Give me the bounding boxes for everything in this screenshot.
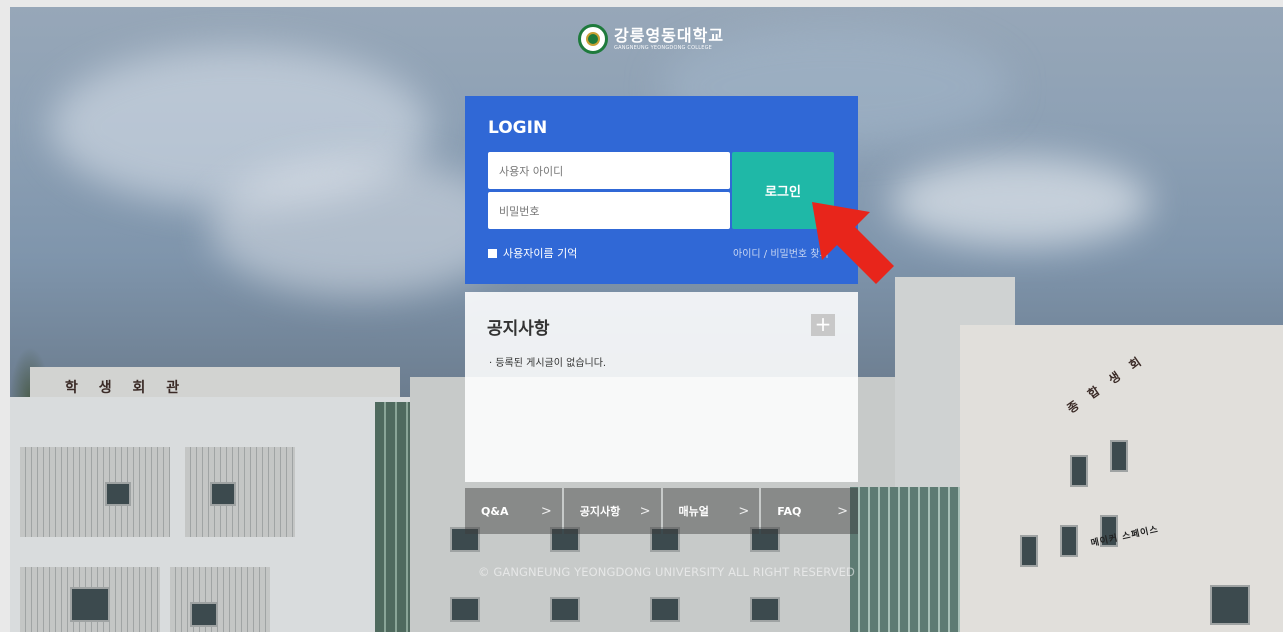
nav-manual[interactable]: 매뉴얼 > [662, 488, 760, 534]
login-panel: LOGIN 사용자 아이디 비밀번호 로그인 사용자이름 기억 아이디 / 비밀… [465, 96, 858, 284]
nav-label: FAQ [777, 504, 802, 518]
username-input[interactable]: 사용자 아이디 [488, 152, 730, 189]
red-arrow-annotation-icon [812, 202, 894, 284]
notice-panel: 공지사항 + · 등록된 게시글이 없습니다. [465, 292, 858, 482]
logo-english-name: GANGNEUNG YEONGDONG COLLEGE [614, 44, 713, 51]
copyright-text: © GANGNEUNG YEONGDONG UNIVERSITY ALL RIG… [478, 565, 855, 579]
notice-more-button[interactable]: + [811, 314, 835, 336]
building-left [10, 397, 420, 632]
notice-title: 공지사항 [487, 319, 550, 339]
remember-checkbox[interactable] [488, 248, 497, 258]
logo-korean-name: 강릉영동대학교 [614, 25, 725, 45]
nav-faq[interactable]: FAQ > [761, 488, 858, 534]
remember-username[interactable]: 사용자이름 기억 [488, 245, 577, 261]
login-title: LOGIN [488, 118, 548, 138]
nav-notice[interactable]: 공지사항 > [563, 488, 661, 534]
nav-label: Q&A [481, 504, 509, 518]
nav-label: 매뉴얼 [678, 505, 709, 518]
chevron-right-icon: > [639, 503, 651, 519]
building-sign-left: 학 생 회 관 [65, 380, 188, 396]
nav-qna[interactable]: Q&A > [465, 488, 562, 534]
password-input[interactable]: 비밀번호 [488, 192, 730, 229]
glass-facade-right [850, 487, 960, 632]
chevron-right-icon: > [540, 503, 552, 519]
nav-label: 공지사항 [579, 505, 621, 518]
notice-empty-message: · 등록된 게시글이 없습니다. [489, 358, 607, 369]
top-border [0, 0, 1283, 7]
college-emblem-icon [578, 24, 608, 54]
chevron-right-icon: > [738, 503, 750, 519]
chevron-right-icon: > [837, 503, 848, 519]
left-border [0, 0, 10, 632]
remember-label: 사용자이름 기억 [503, 247, 578, 260]
college-logo[interactable]: 강릉영동대학교 GANGNEUNG YEONGDONG COLLEGE [578, 24, 724, 54]
quick-nav: Q&A > 공지사항 > 매뉴얼 > FAQ > [465, 488, 858, 534]
